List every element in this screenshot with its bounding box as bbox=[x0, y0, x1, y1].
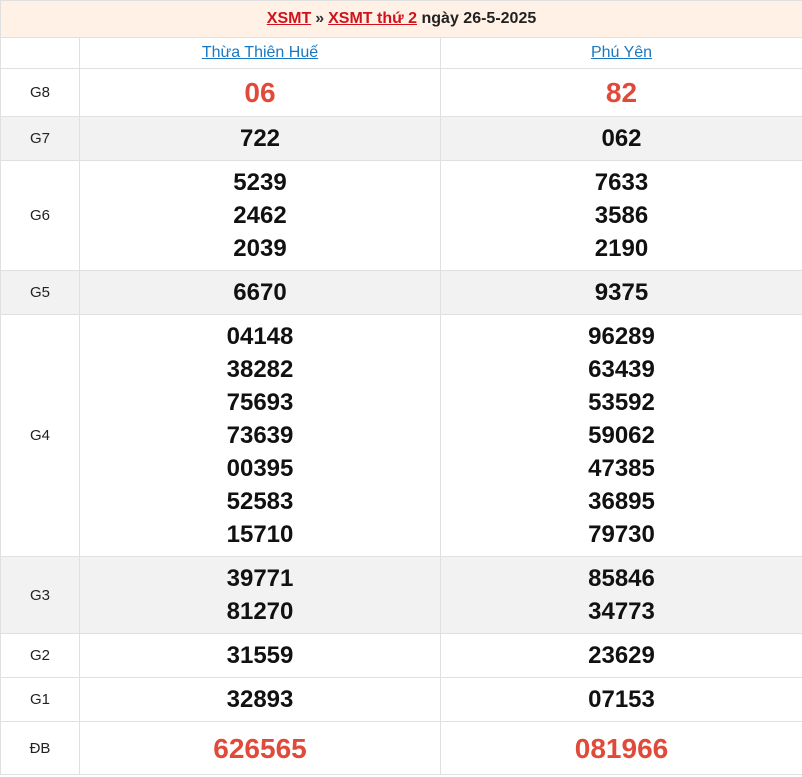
prize-number: 85846 bbox=[588, 565, 655, 592]
prize-numbers-p1: 6670 bbox=[79, 270, 441, 315]
prize-label: G4 bbox=[0, 314, 80, 557]
prize-numbers-p2: 85846 34773 bbox=[440, 556, 802, 634]
prize-number: 5239 bbox=[233, 169, 287, 196]
prize-row-g3: G3 39771 81270 85846 34773 bbox=[0, 556, 802, 634]
prize-number: 82 bbox=[605, 77, 638, 108]
province-header-row: Thừa Thiên Huế Phú Yên bbox=[0, 37, 802, 69]
province-cell-2: Phú Yên bbox=[440, 37, 802, 69]
prize-numbers-p1: 626565 bbox=[79, 721, 441, 775]
prize-number: 2462 bbox=[233, 202, 287, 229]
prize-number: 96289 bbox=[588, 323, 655, 350]
xsmt-link[interactable]: XSMT bbox=[267, 10, 311, 27]
draw-date: ngày 26-5-2025 bbox=[421, 10, 537, 27]
prize-numbers-p1: 722 bbox=[79, 116, 441, 161]
prize-numbers-p2: 081966 bbox=[440, 721, 802, 775]
prize-number: 06 bbox=[244, 77, 276, 108]
xsmt-thu-2-link[interactable]: XSMT thứ 2 bbox=[328, 10, 417, 27]
prize-number: 00395 bbox=[226, 455, 294, 482]
prize-label: G5 bbox=[0, 270, 80, 315]
prize-numbers-p1: 5239 2462 2039 bbox=[79, 160, 441, 271]
prize-number: 34773 bbox=[588, 598, 655, 625]
prize-number: 07153 bbox=[588, 686, 655, 713]
province-link-thua-thien-hue[interactable]: Thừa Thiên Huế bbox=[202, 44, 318, 61]
prize-number: 75693 bbox=[226, 389, 294, 416]
prize-numbers-p1: 32893 bbox=[79, 677, 441, 722]
prize-numbers-p2: 07153 bbox=[440, 677, 802, 722]
prize-number: 81270 bbox=[226, 598, 294, 625]
prize-number: 2039 bbox=[233, 235, 287, 262]
prize-numbers-p2: 96289 63439 53592 59062 47385 36895 7973… bbox=[440, 314, 802, 557]
prize-label: G8 bbox=[0, 68, 80, 117]
prize-number: 2190 bbox=[594, 235, 649, 262]
prize-row-g5: G5 6670 9375 bbox=[0, 270, 802, 315]
prize-number: 3586 bbox=[594, 202, 649, 229]
prize-row-special: ĐB 626565 081966 bbox=[0, 721, 802, 775]
prize-number: 04148 bbox=[226, 323, 294, 350]
prize-row-g1: G1 32893 07153 bbox=[0, 677, 802, 722]
prize-number: 15710 bbox=[226, 521, 294, 548]
prize-label: G7 bbox=[0, 116, 80, 161]
prize-number: 39771 bbox=[226, 565, 294, 592]
prize-number: 31559 bbox=[226, 642, 294, 669]
prize-number: 7633 bbox=[594, 169, 649, 196]
prize-numbers-p2: 7633 3586 2190 bbox=[440, 160, 802, 271]
special-prize-number: 081966 bbox=[574, 732, 669, 764]
prize-label: ĐB bbox=[0, 721, 80, 775]
prize-numbers-p1: 31559 bbox=[79, 633, 441, 678]
prize-number: 062 bbox=[601, 125, 642, 152]
prize-numbers-p2: 23629 bbox=[440, 633, 802, 678]
prize-label: G1 bbox=[0, 677, 80, 722]
special-prize-number: 626565 bbox=[213, 732, 307, 764]
prize-number: 32893 bbox=[226, 686, 294, 713]
prize-number: 52583 bbox=[226, 488, 294, 515]
table-title: XSMT» XSMT thứ 2 ngày 26-5-2025 bbox=[0, 0, 802, 38]
prize-row-g6: G6 5239 2462 2039 7633 3586 2190 bbox=[0, 160, 802, 271]
prize-number: 9375 bbox=[594, 279, 649, 306]
prize-row-g7: G7 722 062 bbox=[0, 116, 802, 161]
prize-row-g8: G8 06 82 bbox=[0, 68, 802, 117]
breadcrumb-separator: » bbox=[315, 10, 325, 27]
prize-number: 36895 bbox=[588, 488, 655, 515]
prize-number: 722 bbox=[239, 125, 281, 152]
prize-number: 47385 bbox=[588, 455, 655, 482]
prize-numbers-p2: 062 bbox=[440, 116, 802, 161]
prize-numbers-p1: 39771 81270 bbox=[79, 556, 441, 634]
prize-number: 59062 bbox=[588, 422, 655, 449]
corner-cell bbox=[0, 37, 80, 69]
prize-numbers-p2: 9375 bbox=[440, 270, 802, 315]
prize-label: G2 bbox=[0, 633, 80, 678]
prize-number: 6670 bbox=[233, 279, 287, 306]
lottery-result-table: XSMT» XSMT thứ 2 ngày 26-5-2025 Thừa Thiê… bbox=[0, 0, 802, 775]
prize-row-g2: G2 31559 23629 bbox=[0, 633, 802, 678]
prize-number: 23629 bbox=[588, 642, 655, 669]
province-link-phu-yen[interactable]: Phú Yên bbox=[591, 44, 652, 61]
prize-numbers-p1: 04148 38282 75693 73639 00395 52583 1571… bbox=[79, 314, 441, 557]
prize-label: G6 bbox=[0, 160, 80, 271]
prize-number: 38282 bbox=[226, 356, 294, 383]
prize-number: 63439 bbox=[588, 356, 655, 383]
prize-number: 73639 bbox=[226, 422, 294, 449]
province-cell-1: Thừa Thiên Huế bbox=[79, 37, 441, 69]
prize-number: 79730 bbox=[588, 521, 655, 548]
prize-numbers-p1: 06 bbox=[79, 68, 441, 117]
prize-label: G3 bbox=[0, 556, 80, 634]
prize-numbers-p2: 82 bbox=[440, 68, 802, 117]
prize-row-g4: G4 04148 38282 75693 73639 00395 52583 1… bbox=[0, 314, 802, 557]
prize-number: 53592 bbox=[588, 389, 655, 416]
title-row: XSMT» XSMT thứ 2 ngày 26-5-2025 bbox=[0, 0, 802, 38]
